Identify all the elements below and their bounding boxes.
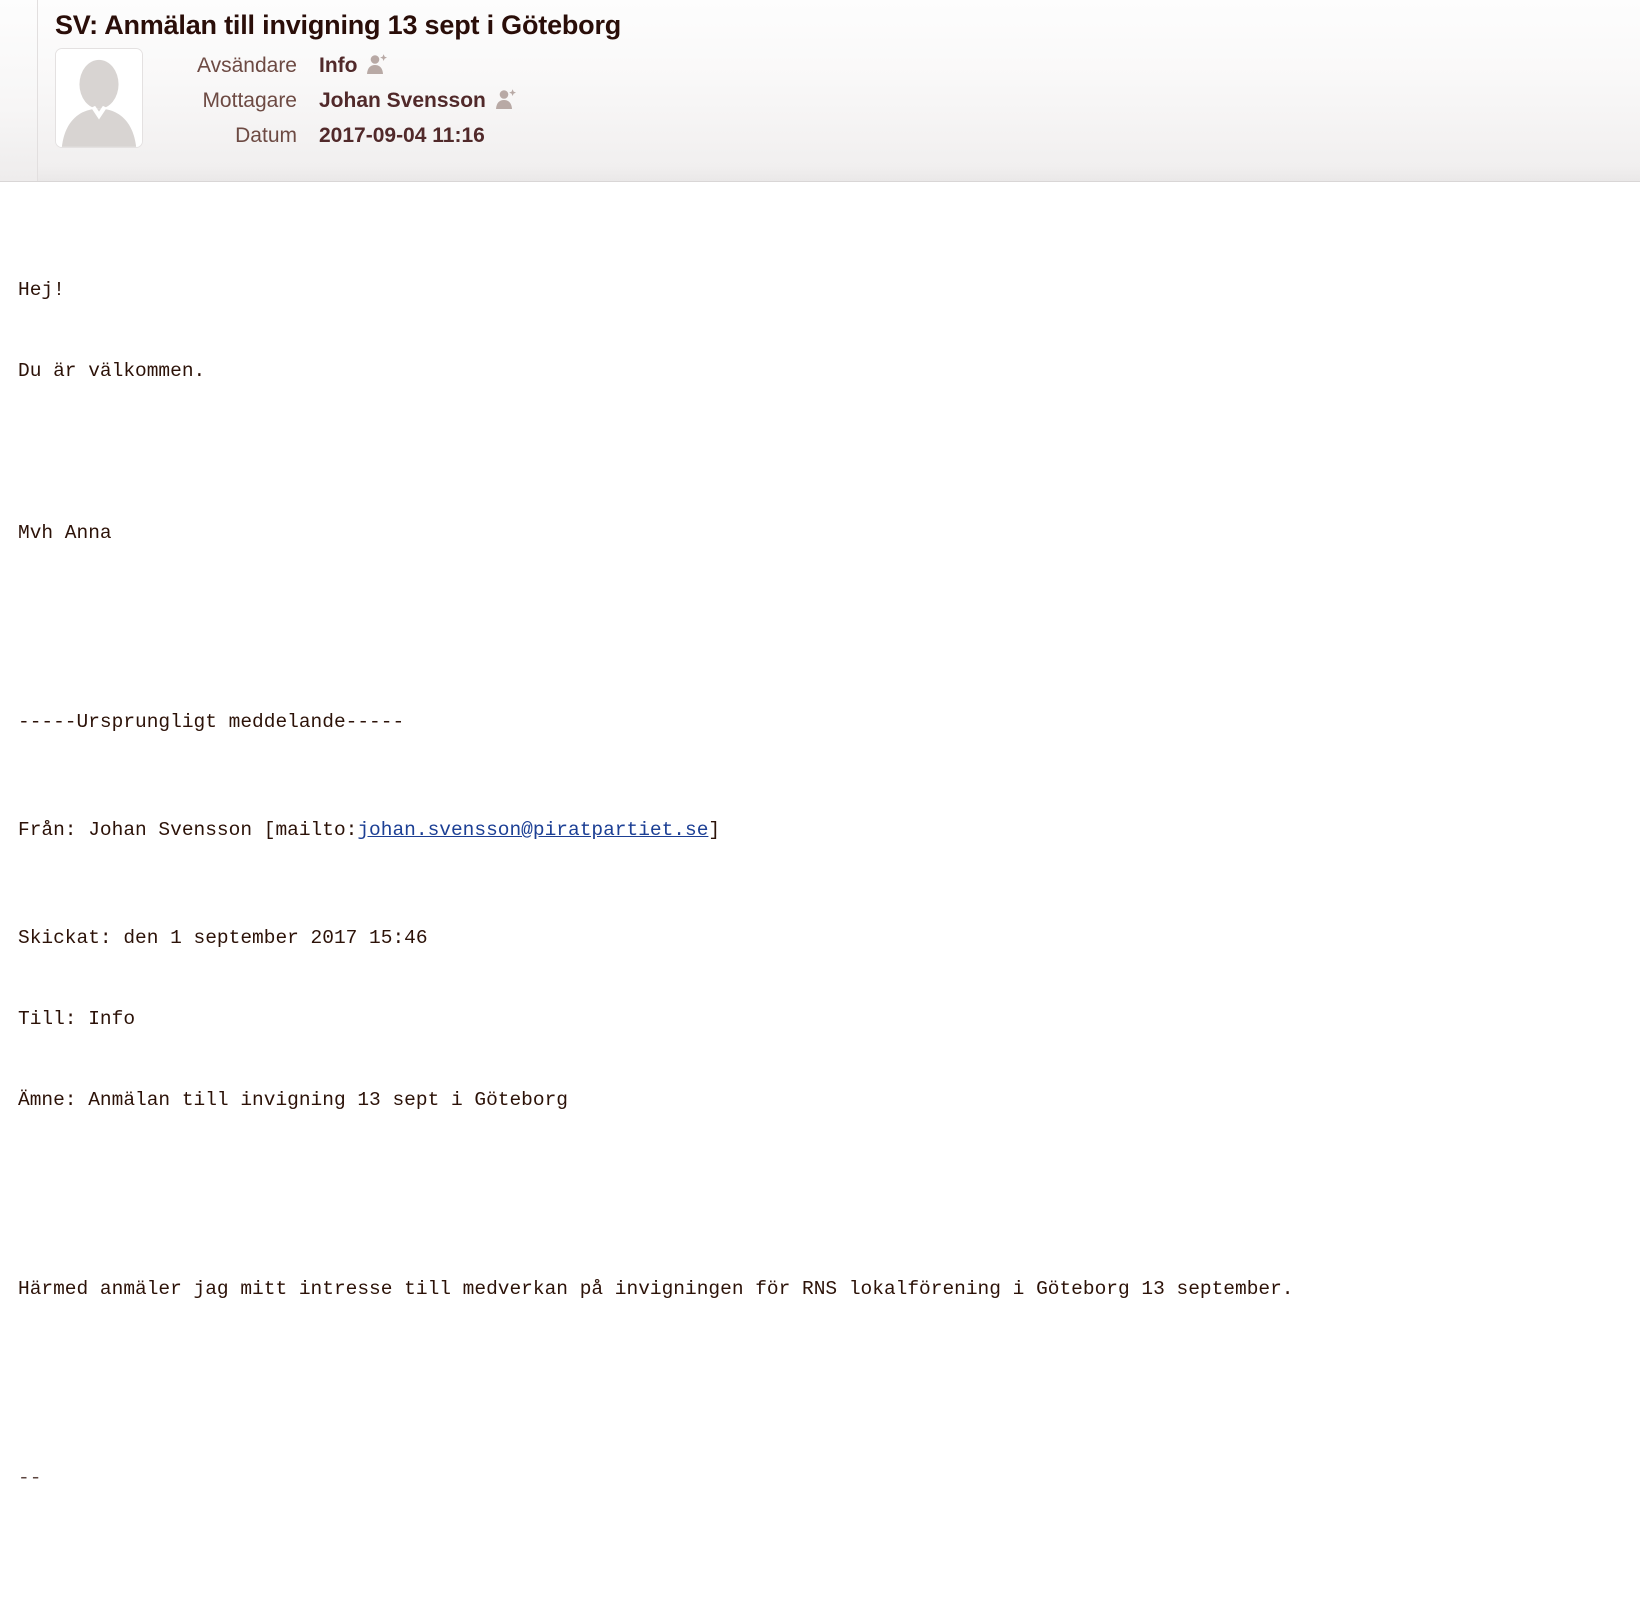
avatar [55, 48, 143, 148]
message-fields: Avsändare Info Mottagare Johan Svensson [157, 48, 517, 153]
body-line-paragraph: Härmed anmäler jag mitt intresse till me… [18, 1278, 1294, 1300]
add-person-icon-sender[interactable] [366, 53, 388, 75]
message-body: Hej! Du är välkommen. Mvh Anna -----Ursp… [0, 182, 1640, 1612]
body-line-blank-5 [18, 1546, 1640, 1573]
body-line-signoff: Mvh Anna [18, 522, 112, 544]
field-value-recipient[interactable]: Johan Svensson [319, 89, 517, 113]
body-line-sent: Skickat: den 1 september 2017 15:46 [18, 927, 428, 949]
body-line-blank-4 [18, 1357, 1640, 1384]
body-line-subject: Ämne: Anmälan till invigning 13 sept i G… [18, 1089, 568, 1111]
body-line-welcome: Du är välkommen. [18, 360, 206, 382]
header-left-gutter [0, 0, 38, 181]
person-placeholder-avatar-icon [56, 49, 142, 147]
field-label-sender: Avsändare [196, 53, 297, 77]
message-meta-row: Avsändare Info Mottagare Johan Svensson [55, 48, 1640, 153]
body-line-blank-1 [18, 439, 1640, 466]
recipient-name: Johan Svensson [319, 88, 486, 112]
body-line-blank-3 [18, 1168, 1640, 1195]
message-subject: SV: Anmälan till invigning 13 sept i Göt… [55, 10, 622, 40]
field-value-date: 2017-09-04 11:16 [319, 124, 517, 148]
field-value-sender[interactable]: Info [319, 54, 517, 78]
field-label-date: Datum [235, 123, 297, 147]
field-label-recipient: Mottagare [202, 88, 297, 112]
from-prefix: Från: Johan Svensson [mailto: [18, 819, 358, 841]
body-line-blank-2 [18, 601, 1640, 628]
header-content: SV: Anmälan till invigning 13 sept i Göt… [38, 0, 1640, 181]
message-date: 2017-09-04 11:16 [319, 123, 485, 147]
signature-separator: -- [18, 1467, 42, 1489]
body-line-original-message-divider: -----Ursprungligt meddelande----- [18, 711, 405, 733]
from-mailto-link[interactable]: johan.svensson@piratpartiet.se [357, 819, 708, 841]
sender-name: Info [319, 53, 358, 77]
body-line-to: Till: Info [18, 1008, 136, 1030]
add-person-icon-recipient[interactable] [495, 88, 517, 110]
body-line-from: Från: Johan Svensson [mailto:johan.svens… [18, 817, 1640, 844]
from-suffix: ] [708, 819, 721, 841]
body-line-greeting: Hej! [18, 279, 65, 301]
message-header-panel: SV: Anmälan till invigning 13 sept i Göt… [0, 0, 1640, 182]
